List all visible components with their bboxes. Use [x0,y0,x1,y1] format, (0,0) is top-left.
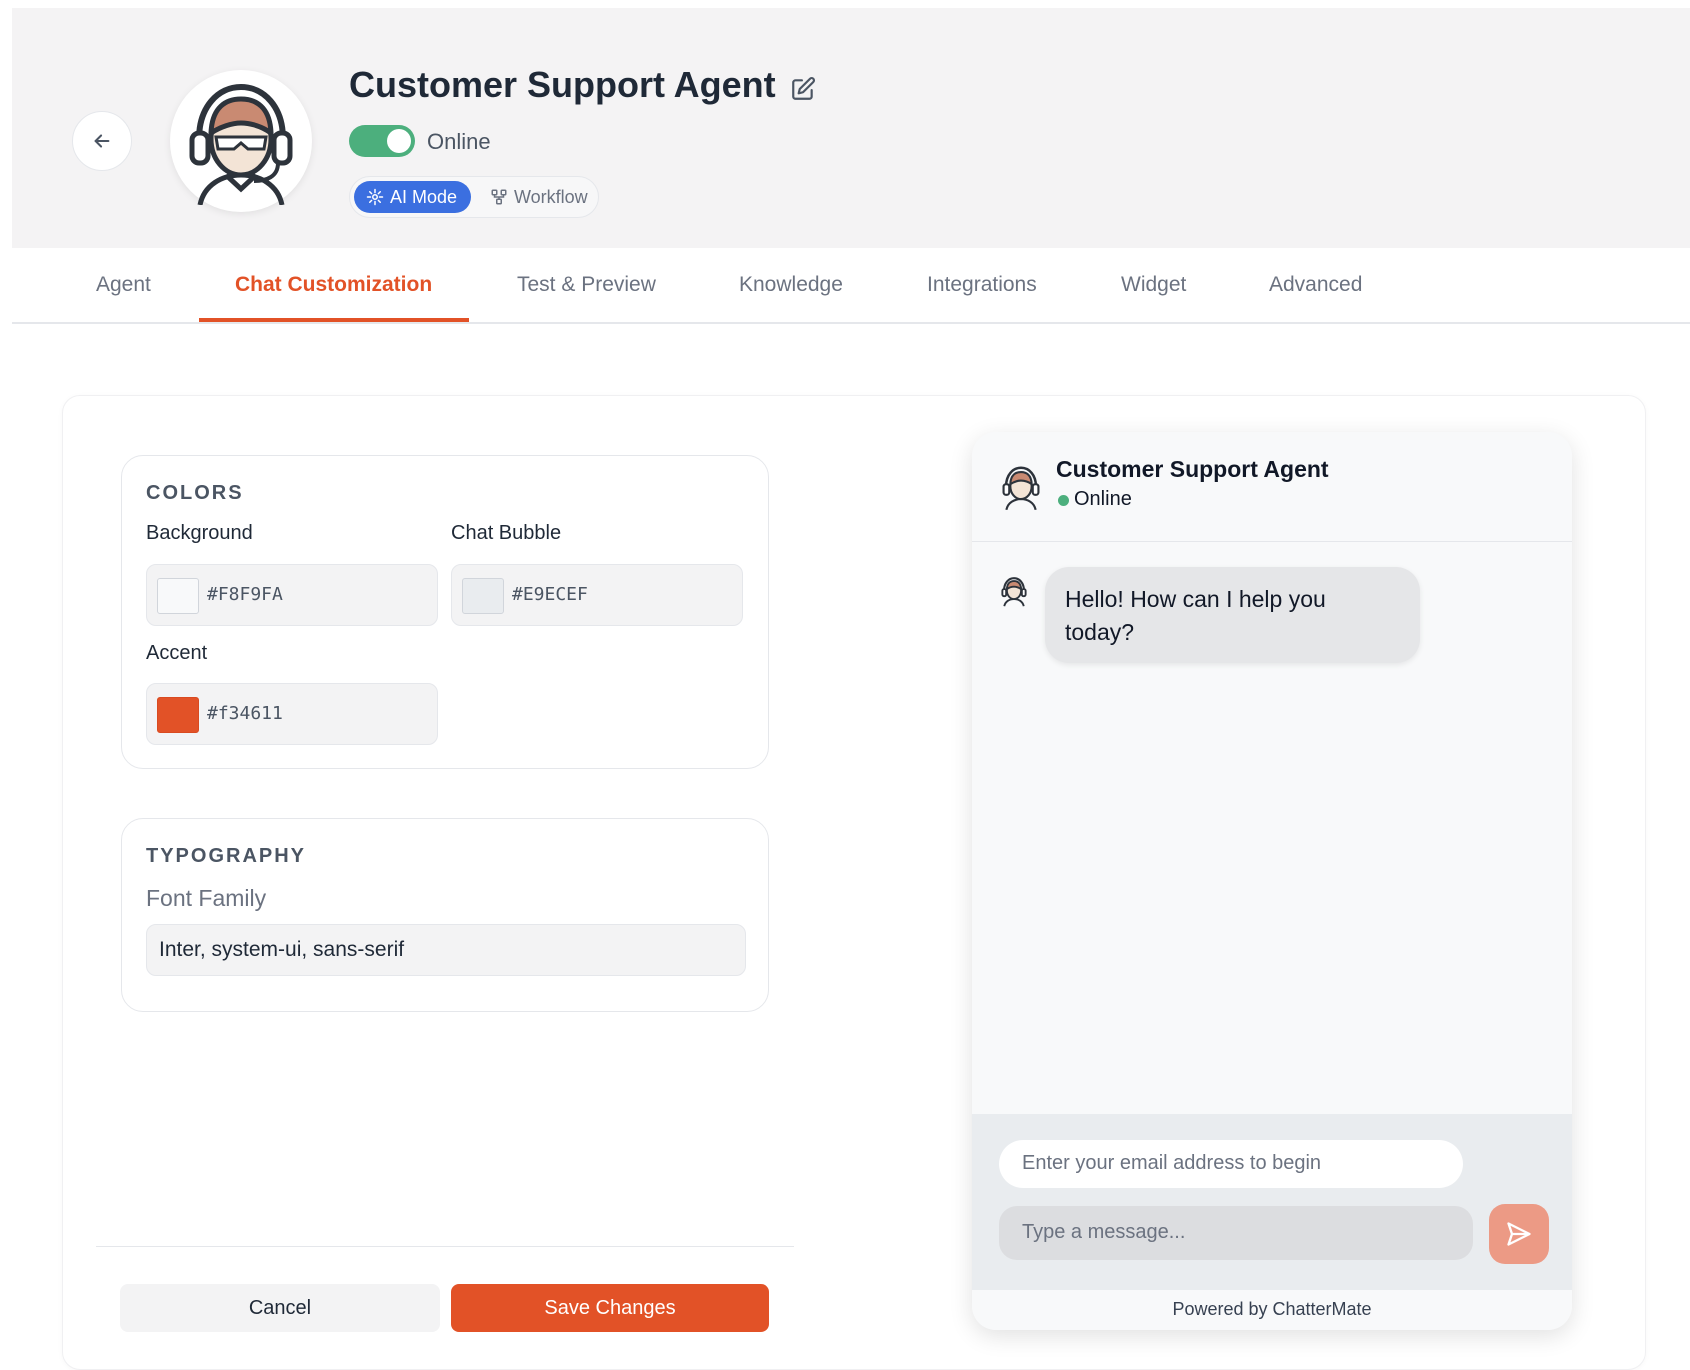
chat-preview-header: Customer Support Agent Online [972,432,1572,542]
agent-header: Customer Support Agent Online AI Mode Wo… [12,8,1690,248]
workflow-icon [491,189,507,205]
workflow-button[interactable]: Workflow [484,181,594,213]
send-icon [1507,1222,1531,1246]
edit-icon[interactable] [790,76,816,102]
chat-bubble-color-value: #E9ECEF [512,584,588,605]
chat-preview-title: Customer Support Agent [1056,456,1329,482]
agent-avatar-icon [189,83,293,205]
active-tab-indicator [199,318,469,322]
font-family-input[interactable]: Inter, system-ui, sans-serif [146,924,746,976]
back-arrow-icon [94,134,110,148]
ai-mode-button[interactable]: AI Mode [354,181,472,213]
accent-color-input[interactable]: #f34611 [146,683,438,745]
accent-color-label: Accent [146,642,208,664]
chat-agent-avatar-icon [1002,466,1040,510]
greeting-message-bubble: Hello! How can I help you today? [1045,567,1420,663]
toggle-knob [387,129,411,153]
typography-section: TYPOGRAPHY Font Family Inter, system-ui,… [121,818,769,1012]
mode-switcher: AI Mode Workflow [349,176,599,218]
send-button[interactable] [1489,1204,1549,1264]
email-input[interactable]: Enter your email address to begin [999,1140,1463,1188]
background-color-label: Background [146,522,253,544]
agent-avatar[interactable] [170,70,312,212]
chat-bubble-color-swatch[interactable] [462,578,504,614]
chat-preview-widget: Customer Support Agent Online Hello! How… [972,432,1572,1330]
tab-integrations[interactable]: Integrations [927,248,1037,322]
back-button[interactable] [72,111,132,171]
background-color-swatch[interactable] [157,578,199,614]
powered-by-footer: Powered by ChatterMate [972,1290,1572,1330]
colors-section-title: COLORS [146,482,244,504]
font-family-label: Font Family [146,885,267,911]
chat-bubble-color-label: Chat Bubble [451,522,562,544]
message-avatar-icon [1001,577,1027,607]
tab-test-preview[interactable]: Test & Preview [517,248,656,322]
chat-bubble-color-input[interactable]: #E9ECEF [451,564,743,626]
chat-preview-status: Online [1074,488,1132,510]
tab-widget[interactable]: Widget [1121,248,1186,322]
background-color-input[interactable]: #F8F9FA [146,564,438,626]
accent-color-value: #f34611 [207,703,283,724]
tab-knowledge[interactable]: Knowledge [739,248,843,322]
cancel-button[interactable]: Cancel [120,1284,440,1332]
colors-section: COLORS Background Chat Bubble #F8F9FA #E… [121,455,769,769]
tab-chat-customization[interactable]: Chat Customization [235,248,432,322]
online-toggle[interactable] [349,125,415,157]
background-color-value: #F8F9FA [207,584,283,605]
ai-mode-label: AI Mode [390,186,458,207]
sparkle-icon [366,188,384,206]
agent-title: Customer Support Agent [349,64,776,105]
typography-section-title: TYPOGRAPHY [146,845,307,867]
message-input[interactable]: Type a message... [999,1206,1473,1260]
workflow-label: Workflow [514,186,588,207]
actions-divider [96,1246,794,1247]
chat-online-dot [1058,495,1069,506]
chat-input-area: Enter your email address to begin Type a… [972,1114,1572,1290]
online-status-label: Online [427,129,491,154]
save-changes-button[interactable]: Save Changes [451,1284,769,1332]
accent-color-swatch[interactable] [157,697,199,733]
tab-advanced[interactable]: Advanced [1269,248,1362,322]
tab-bar: Agent Chat Customization Test & Preview … [12,248,1690,324]
tab-agent[interactable]: Agent [96,248,151,322]
